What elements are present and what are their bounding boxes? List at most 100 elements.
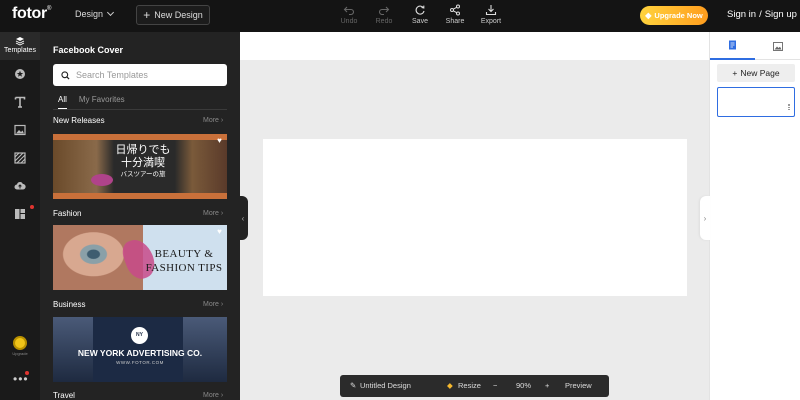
- export-button[interactable]: Export: [475, 4, 507, 25]
- thumbnail-stamp: [91, 174, 113, 186]
- design-title[interactable]: Untitled Design: [360, 381, 411, 390]
- templates-panel: Facebook Cover All My Favorites New Rele…: [40, 32, 240, 400]
- rail-item-elements[interactable]: [14, 68, 26, 80]
- top-bar: fotor® Design + New Design Undo Redo Sav…: [0, 0, 800, 32]
- save-label: Save: [412, 18, 428, 25]
- image-icon: [14, 124, 26, 136]
- apps-icon: [15, 209, 25, 219]
- layers-icon: [15, 37, 25, 46]
- undo-button[interactable]: Undo: [333, 4, 365, 25]
- design-menu-label: Design: [75, 9, 104, 19]
- more-link[interactable]: More ›: [203, 392, 223, 399]
- more-link[interactable]: More ›: [203, 117, 223, 124]
- elements-icon: [15, 69, 25, 79]
- text-icon: [14, 96, 26, 108]
- resize-icon: ◆: [447, 381, 453, 390]
- notification-dot: [25, 371, 29, 375]
- redo-icon: [378, 6, 390, 16]
- export-label: Export: [480, 18, 502, 25]
- zoom-out-button[interactable]: −: [493, 381, 497, 390]
- share-button[interactable]: Share: [439, 4, 471, 25]
- search-box[interactable]: [53, 64, 227, 86]
- thumbnail-title: NEW YORK ADVERTISING CO.: [77, 348, 203, 358]
- rail-item-background[interactable]: [14, 152, 26, 164]
- redo-button[interactable]: Redo: [368, 4, 400, 25]
- fotor-logo[interactable]: fotor®: [12, 5, 51, 23]
- new-page-label: New Page: [740, 68, 780, 78]
- rail-item-text[interactable]: [14, 96, 26, 108]
- tool-rail: Templates Upgrade •••: [0, 32, 40, 400]
- image-icon: [772, 41, 783, 51]
- tab-pages[interactable]: [710, 32, 755, 60]
- cloud-upload-icon: [14, 181, 26, 190]
- section-label-fashion: Fashion: [53, 209, 82, 218]
- save-button[interactable]: Save: [404, 4, 436, 25]
- tab-my-favorites[interactable]: My Favorites: [79, 95, 125, 109]
- section-label-new-releases: New Releases: [53, 116, 105, 125]
- section-label-business: Business: [53, 300, 86, 309]
- resize-button[interactable]: Resize: [458, 381, 481, 390]
- more-link[interactable]: More ›: [203, 301, 223, 308]
- export-icon: [485, 5, 497, 16]
- auth-links: Sign in / Sign up: [727, 9, 797, 20]
- page-thumbnail[interactable]: [717, 87, 795, 117]
- zoom-level: 90%: [516, 381, 532, 390]
- tab-all[interactable]: All: [58, 95, 67, 109]
- pages-panel: + New Page: [709, 32, 800, 400]
- more-link[interactable]: More ›: [203, 210, 223, 217]
- heart-icon[interactable]: ♥: [215, 228, 224, 236]
- diamond-icon: ◆: [645, 11, 652, 20]
- registered-mark: ®: [46, 5, 52, 12]
- collapse-panel-button[interactable]: ‹: [238, 196, 248, 240]
- search-icon: [61, 70, 70, 80]
- template-thumbnail[interactable]: NY NEW YORK ADVERTISING CO. WWW.FOTOR.CO…: [53, 317, 227, 382]
- avatar-label: Upgrade: [12, 351, 28, 356]
- undo-icon: [343, 6, 355, 16]
- bottom-toolbar: ✎ Untitled Design ◆ Resize − 90% + Previ…: [340, 375, 609, 397]
- collapse-right-panel-button[interactable]: ›: [700, 196, 710, 240]
- preview-button[interactable]: Preview: [565, 381, 592, 390]
- zoom-in-button[interactable]: +: [545, 381, 549, 390]
- canvas-toolbar-area: [240, 32, 709, 60]
- thumbnail-subtitle: バスツアーの旅: [120, 171, 166, 178]
- template-thumbnail[interactable]: BEAUTY & FASHION TIPS ♥: [53, 225, 227, 290]
- sign-in-link[interactable]: Sign in: [727, 9, 756, 20]
- redo-label: Redo: [375, 18, 393, 25]
- thumbnail-badge: NY: [131, 327, 148, 344]
- upgrade-now-button[interactable]: ◆ Upgrade Now: [640, 6, 708, 25]
- new-page-button[interactable]: + New Page: [717, 64, 795, 82]
- chevron-right-icon: ›: [703, 213, 707, 223]
- design-canvas[interactable]: [263, 139, 687, 296]
- rail-item-templates[interactable]: Templates: [0, 32, 40, 60]
- right-panel-tabs: [710, 32, 800, 60]
- panel-tabs: All My Favorites: [58, 95, 125, 109]
- thumbnail-subtitle: WWW.FOTOR.COM: [116, 360, 164, 365]
- pencil-icon: ✎: [350, 381, 357, 390]
- template-thumbnail[interactable]: 日帰りでも 十分満喫 バスツアーの旅 ♥: [53, 134, 227, 199]
- undo-label: Undo: [340, 18, 358, 25]
- chevron-down-icon: [106, 8, 115, 17]
- rail-item-label: Templates: [4, 47, 36, 54]
- thumbnail-title: BEAUTY & FASHION TIPS: [145, 248, 223, 274]
- background-icon: [14, 152, 26, 164]
- heart-icon[interactable]: ♥: [215, 137, 224, 145]
- share-label: Share: [445, 18, 465, 25]
- new-design-button[interactable]: + New Design: [136, 5, 210, 25]
- design-menu[interactable]: Design: [75, 8, 115, 19]
- panel-title: Facebook Cover: [53, 45, 124, 55]
- upgrade-label: Upgrade Now: [654, 11, 703, 20]
- thumbnail-title: 日帰りでも 十分満喫 バスツアーの旅: [113, 144, 173, 179]
- rail-item-apps[interactable]: [14, 208, 26, 220]
- new-design-label: New Design: [154, 10, 203, 20]
- save-icon: [415, 5, 425, 15]
- pages-icon: [729, 40, 736, 50]
- sign-up-link[interactable]: Sign up: [765, 9, 797, 20]
- rail-item-photos[interactable]: [14, 124, 26, 136]
- search-input[interactable]: [76, 70, 216, 80]
- avatar[interactable]: [13, 336, 27, 350]
- rail-item-uploads[interactable]: [14, 180, 26, 192]
- drag-handle-icon[interactable]: [788, 104, 790, 110]
- plus-icon: +: [732, 68, 738, 78]
- auth-separator: /: [759, 9, 762, 20]
- tab-images[interactable]: [755, 32, 800, 60]
